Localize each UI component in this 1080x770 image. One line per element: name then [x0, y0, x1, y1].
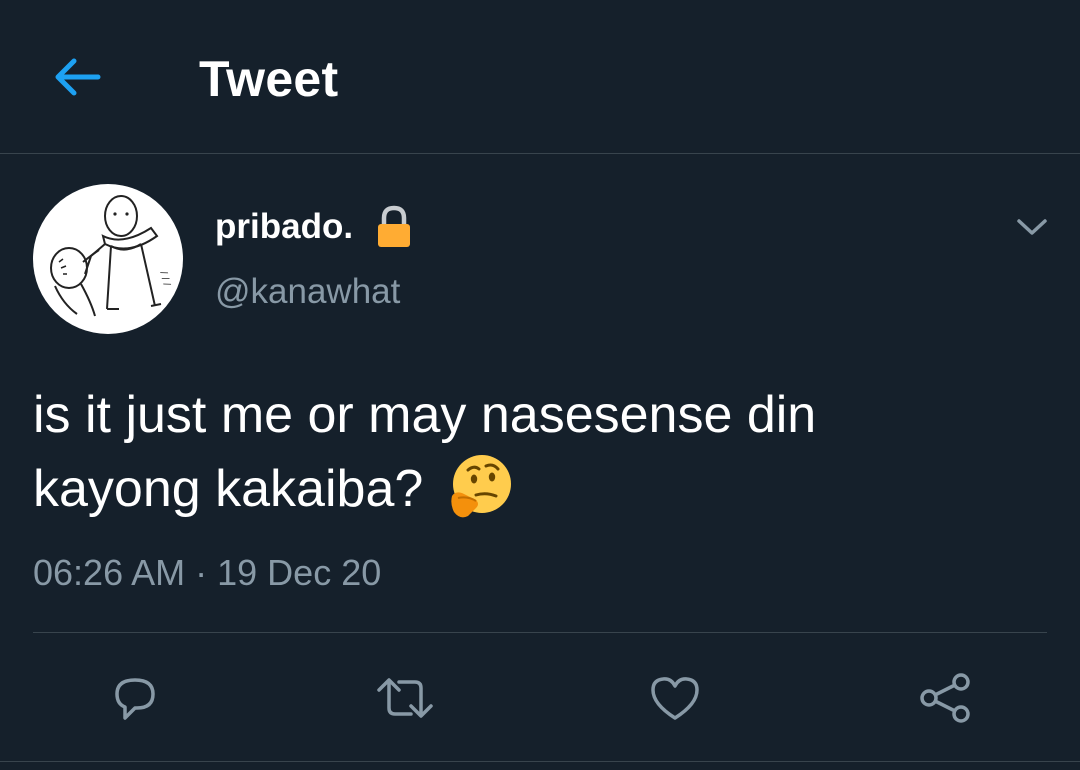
- tweet-text-line-2-text: kayong kakaiba?: [33, 460, 424, 518]
- chevron-down-icon: [1017, 219, 1047, 235]
- like-button[interactable]: [640, 663, 710, 733]
- timestamp-separator: ·: [195, 552, 208, 593]
- author-handle[interactable]: @kanawhat: [215, 270, 400, 314]
- reply-icon: [115, 678, 155, 720]
- bottom-divider: [0, 761, 1080, 762]
- retweet-button[interactable]: [370, 663, 440, 733]
- arrow-left-icon: [55, 58, 101, 96]
- reply-button[interactable]: [100, 663, 170, 733]
- avatar-illustration: / / /: [50, 195, 172, 317]
- share-button[interactable]: [910, 663, 980, 733]
- author-display-name[interactable]: pribado.: [215, 205, 413, 249]
- tweet-date: 19 Dec 20: [217, 552, 382, 593]
- tweet-text: is it just me or may nasesense din kayon…: [33, 378, 1043, 526]
- tweet-time: 06:26 AM: [33, 552, 186, 593]
- share-icon: [920, 673, 970, 723]
- author-name-text: pribado.: [215, 207, 354, 246]
- lock-icon: [378, 205, 411, 247]
- tweet-actions-bar: [0, 633, 1080, 761]
- back-button[interactable]: [42, 46, 112, 108]
- page-title: Tweet: [199, 51, 339, 107]
- tweet-text-line-2: kayong kakaiba?: [33, 452, 1043, 526]
- thinking-face-icon: [451, 455, 511, 518]
- tweet-timestamp[interactable]: 06:26 AM · 19 Dec 20: [33, 550, 381, 596]
- retweet-icon: [377, 678, 433, 718]
- tweet-text-line-1: is it just me or may nasesense din: [33, 386, 817, 444]
- heart-icon: [651, 677, 699, 720]
- svg-text:/ / /: / / /: [158, 270, 172, 288]
- avatar[interactable]: / / /: [33, 184, 183, 334]
- top-app-bar: Tweet: [0, 0, 1080, 154]
- more-options-button[interactable]: [1010, 205, 1054, 249]
